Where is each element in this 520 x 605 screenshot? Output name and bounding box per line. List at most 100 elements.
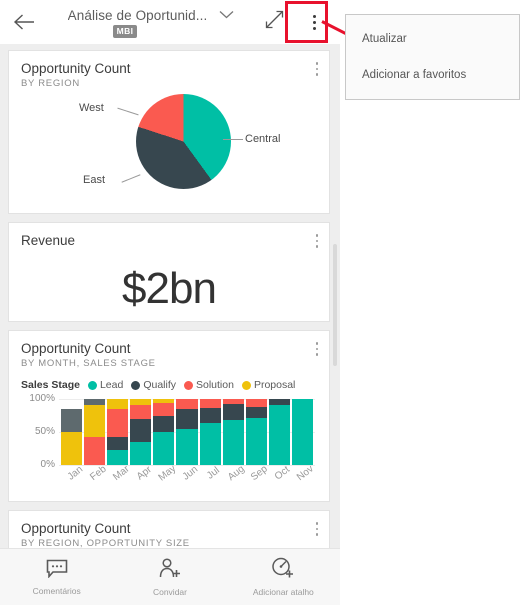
- x-axis-ticks: Jan Feb Mar Apr May Jun Jul Aug Sep Oct Nov: [61, 463, 316, 493]
- leader-line-west: [117, 107, 139, 116]
- x-tick: Feb: [84, 463, 109, 493]
- bar-oct[interactable]: [268, 399, 290, 465]
- bottom-item-comments[interactable]: Comentários: [0, 549, 113, 605]
- legend-label: Lead: [99, 379, 124, 391]
- x-tick: Oct: [269, 464, 293, 493]
- bar-jan[interactable]: [61, 399, 83, 465]
- tile-opportunity-count-by-region[interactable]: Opportunity Count BY REGION West Central…: [8, 50, 330, 214]
- tile-opportunity-count-by-region-size[interactable]: Opportunity Count BY REGION, OPPORTUNITY…: [8, 510, 330, 550]
- x-tick-label: Feb: [87, 463, 109, 483]
- header-more-button[interactable]: [292, 0, 336, 44]
- bar-mar[interactable]: [107, 399, 129, 465]
- legend-swatch-icon: [87, 380, 97, 390]
- tile-more-button[interactable]: [312, 60, 323, 78]
- bar-segment-qualify: [199, 408, 221, 423]
- tile-opportunity-count-by-month[interactable]: Opportunity Count BY MONTH, SALES STAGE …: [8, 330, 330, 502]
- pie-chart: West Central East: [21, 92, 317, 200]
- bar-segment-solution: [245, 399, 267, 407]
- tile-more-button[interactable]: [312, 340, 323, 358]
- legend-label: Solution: [196, 379, 234, 391]
- x-tick-label: Sep: [249, 463, 271, 484]
- x-tick: Jan: [61, 464, 85, 493]
- bar-jul[interactable]: [199, 399, 221, 465]
- x-tick-label: Jul: [205, 465, 222, 482]
- bottom-action-bar: Comentários Convidar Adicionar atalho: [0, 548, 340, 605]
- bar-segment-qualify: [153, 415, 175, 432]
- bottom-item-add-shortcut[interactable]: Adicionar atalho: [227, 549, 340, 605]
- app-header: Análise de Oportunid... MBI: [0, 0, 340, 44]
- legend-item-qualify[interactable]: Qualify: [131, 379, 176, 391]
- bar-segment-lead: [153, 432, 175, 465]
- x-tick-label: Aug: [226, 463, 247, 484]
- bar-segment-qualify: [130, 419, 152, 442]
- chevron-down-icon[interactable]: [219, 6, 234, 24]
- bar-segment-lead: [268, 404, 290, 465]
- x-tick-label: Jun: [180, 464, 201, 483]
- menu-item-refresh[interactable]: Atualizar: [346, 21, 519, 57]
- bar-segment-solution: [84, 436, 106, 465]
- bar-nov[interactable]: [291, 399, 314, 465]
- menu-item-add-favorite[interactable]: Adicionar a favoritos: [346, 57, 519, 93]
- bar-segment-lead: [199, 422, 221, 465]
- stacked-bar-chart: 100% 50% 0% Jan Feb Mar Apr May Jun Jul Aug Sep O…: [21, 393, 317, 483]
- bar-segment-qualify: [222, 403, 244, 421]
- x-tick: Nov: [292, 464, 316, 493]
- x-tick: Jul: [200, 465, 222, 493]
- bottom-item-label: Adicionar atalho: [252, 587, 314, 597]
- x-tick: Jun: [176, 464, 201, 493]
- pie-label-central: Central: [245, 133, 281, 145]
- tile-title: Opportunity Count: [21, 521, 131, 536]
- comment-bubble-icon: [46, 559, 68, 583]
- legend-title: Sales Stage: [21, 379, 80, 391]
- y-tick-100: 100%: [29, 393, 55, 404]
- legend-item-lead[interactable]: Lead: [87, 379, 124, 391]
- bar-segment-solution: [130, 404, 152, 420]
- chart-legend: Sales Stage Lead Qualify Solution Propos…: [21, 379, 317, 391]
- vertical-scrollbar[interactable]: [333, 244, 337, 366]
- x-tick: Apr: [130, 464, 154, 493]
- bar-jun[interactable]: [176, 399, 198, 465]
- bar-segment-lead: [291, 399, 314, 465]
- tile-subtitle: BY MONTH, SALES STAGE: [21, 358, 156, 369]
- legend-swatch-icon: [184, 380, 193, 390]
- title-row: Análise de Oportunid...: [68, 6, 235, 24]
- legend-item-solution[interactable]: Solution: [184, 379, 234, 391]
- back-button[interactable]: [4, 2, 44, 42]
- x-tick: Aug: [223, 463, 247, 493]
- person-add-icon: [158, 557, 182, 584]
- legend-label: Proposal: [253, 379, 296, 391]
- dashboard-tile-list[interactable]: Opportunity Count BY REGION West Central…: [0, 44, 340, 605]
- x-tick-label: Jan: [65, 464, 85, 483]
- bar-aug[interactable]: [222, 399, 244, 465]
- title-block[interactable]: Análise de Oportunid... MBI: [44, 6, 256, 38]
- bar-segment-lead: [245, 418, 267, 465]
- bar-segment-lead: [222, 420, 244, 465]
- x-tick-label: Mar: [110, 463, 132, 483]
- tile-more-button[interactable]: [312, 520, 323, 538]
- tile-more-button[interactable]: [312, 232, 323, 250]
- tile-revenue[interactable]: Revenue $2bn: [8, 222, 330, 322]
- pie-label-west: West: [79, 102, 104, 114]
- bar-segment-solution: [176, 399, 198, 409]
- bar-sep[interactable]: [245, 399, 267, 465]
- tile-title: Opportunity Count: [21, 61, 131, 76]
- gauge-add-icon: [271, 557, 295, 584]
- bar-segment-proposal: [61, 432, 83, 465]
- bar-apr[interactable]: [130, 399, 152, 465]
- expand-button[interactable]: [256, 2, 292, 42]
- x-tick-label: Oct: [273, 464, 293, 483]
- tile-title: Opportunity Count: [21, 341, 131, 356]
- overflow-menu[interactable]: Atualizar Adicionar a favoritos: [345, 14, 520, 100]
- tile-title: Revenue: [21, 233, 76, 248]
- page-title: Análise de Oportunid...: [67, 7, 208, 23]
- bar-may[interactable]: [153, 399, 175, 465]
- legend-item-proposal[interactable]: Proposal: [241, 379, 296, 391]
- back-arrow-icon: [13, 13, 35, 31]
- bottom-item-invite[interactable]: Convidar: [113, 549, 226, 605]
- bottom-item-label: Comentários: [32, 585, 81, 596]
- x-tick-label: Apr: [134, 464, 154, 483]
- more-vertical-icon: [312, 14, 316, 30]
- bar-feb[interactable]: [84, 399, 106, 465]
- kpi-value: $2bn: [122, 264, 217, 313]
- bar-segment-other: [61, 408, 83, 432]
